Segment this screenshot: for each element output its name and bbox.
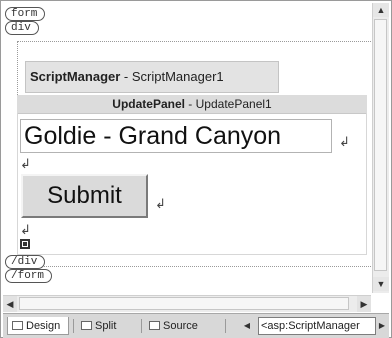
line-break-mark: ↲: [339, 134, 350, 149]
tab-divider: [141, 319, 142, 333]
horizontal-scroll-thumb[interactable]: [19, 297, 349, 310]
tab-divider: [225, 319, 226, 333]
design-surface[interactable]: form div ScriptManager - ScriptManager1 …: [3, 3, 373, 293]
view-tab-bar: Design Split Source ◀ <asp:ScriptManager…: [3, 313, 389, 338]
tab-split-label: Split: [95, 320, 117, 332]
form-open-tag-label: form: [11, 8, 38, 20]
submit-button[interactable]: Submit: [21, 174, 148, 218]
horizontal-scrollbar[interactable]: ◀ ▶: [3, 295, 371, 312]
design-view-window: form div ScriptManager - ScriptManager1 …: [0, 0, 392, 338]
script-manager-control[interactable]: ScriptManager - ScriptManager1: [25, 61, 279, 93]
tab-source[interactable]: Source: [145, 317, 207, 335]
vertical-scrollbar[interactable]: ▲ ▼: [372, 3, 389, 293]
update-panel-separator: -: [184, 97, 196, 111]
form-open-tag[interactable]: form: [5, 7, 46, 21]
scroll-left-arrow-icon[interactable]: ◀: [3, 296, 17, 312]
scroll-up-arrow-icon[interactable]: ▲: [373, 3, 389, 17]
update-panel-type: UpdatePanel: [112, 97, 185, 111]
form-close-tag-label: /form: [11, 270, 45, 282]
div-close-tag[interactable]: /div: [5, 255, 46, 269]
script-manager-id: ScriptManager1: [131, 69, 224, 84]
scroll-right-arrow-icon[interactable]: ▶: [357, 296, 371, 312]
source-view-icon: [149, 321, 160, 330]
tag-nav-forward-icon[interactable]: ▶: [376, 318, 388, 334]
line-break-mark: ↲: [20, 156, 31, 171]
tab-design-label: Design: [26, 320, 61, 332]
div-open-tag-label: div: [11, 22, 31, 34]
destination-textbox-value: Goldie - Grand Canyon: [24, 122, 282, 150]
tab-source-label: Source: [163, 320, 198, 332]
script-manager-separator: -: [120, 69, 132, 84]
line-break-mark: ↲: [155, 196, 166, 211]
script-manager-type: ScriptManager: [30, 69, 121, 84]
tag-navigator-current: <asp:ScriptManager: [261, 320, 360, 332]
tag-nav-back-icon[interactable]: ◀: [241, 318, 253, 334]
tab-split[interactable]: Split: [77, 317, 137, 335]
line-break-mark: ↲: [20, 222, 31, 237]
tab-design[interactable]: Design: [7, 317, 69, 335]
div-open-tag[interactable]: div: [5, 21, 39, 35]
update-panel-header[interactable]: UpdatePanel - UpdatePanel1: [17, 95, 367, 114]
update-panel-id: UpdatePanel1: [195, 97, 272, 111]
split-view-icon: [81, 321, 92, 330]
update-progress-icon[interactable]: [20, 239, 30, 249]
destination-textbox[interactable]: Goldie - Grand Canyon: [20, 119, 332, 153]
tag-navigator-breadcrumb[interactable]: <asp:ScriptManager: [258, 317, 376, 335]
form-close-tag[interactable]: /form: [5, 269, 53, 283]
scroll-down-arrow-icon[interactable]: ▼: [373, 277, 389, 291]
vertical-scroll-thumb[interactable]: [374, 19, 387, 271]
design-view-icon: [12, 321, 23, 330]
div-close-tag-label: /div: [11, 256, 38, 268]
tab-divider: [73, 319, 74, 333]
